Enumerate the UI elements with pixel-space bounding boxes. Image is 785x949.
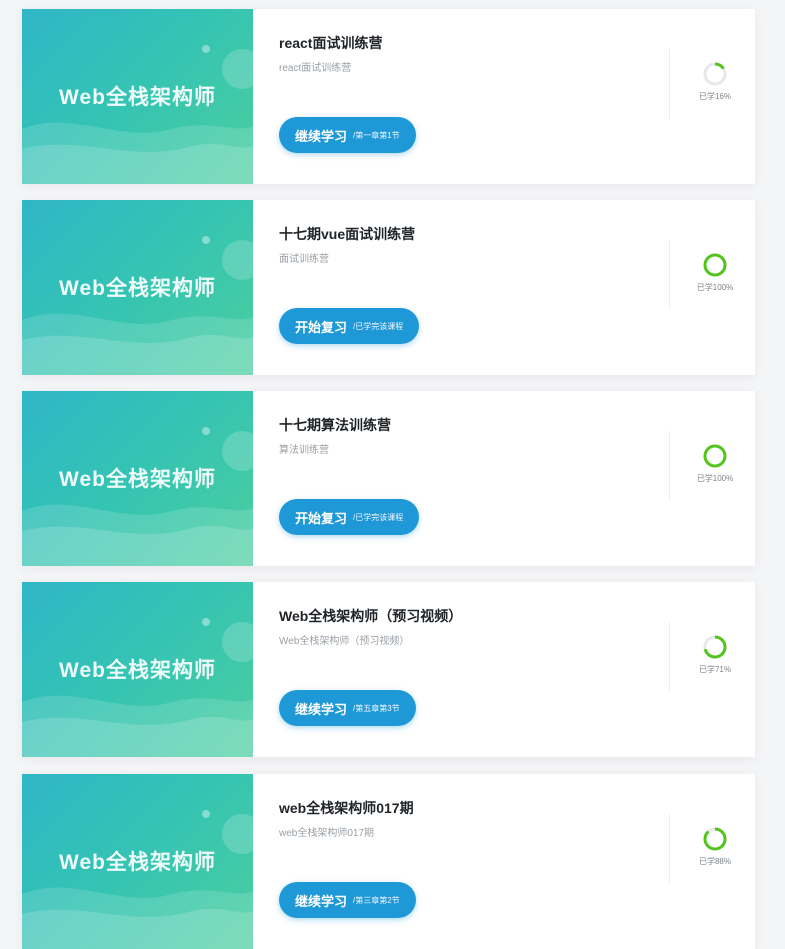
course-subtitle: 算法训练营 (279, 445, 329, 456)
progress-indicator: 已学100% (682, 443, 748, 484)
button-label: 开始复习 (295, 510, 348, 526)
divider (669, 49, 670, 119)
divider (669, 814, 670, 884)
progress-indicator: 已学88% (682, 826, 748, 867)
progress-ring-icon (703, 827, 727, 851)
thumbnail-title: Web全栈架构师 (59, 659, 216, 682)
course-title[interactable]: web全栈架构师017期 (279, 798, 414, 818)
button-chapter: /第五章第3节 (353, 703, 400, 713)
start-review-button[interactable]: 开始复习 /已学完该课程 (279, 499, 420, 535)
button-label: 开始复习 (295, 319, 348, 335)
progress-label: 已学100% (696, 474, 734, 483)
course-card[interactable]: Web全栈架构师 十七期算法训练营 算法训练营 开始复习 /已学完该课程 已学1… (22, 391, 755, 566)
progress-ring-icon (703, 444, 727, 468)
course-subtitle: 面试训练营 (279, 254, 329, 265)
button-chapter: /已学完该课程 (353, 512, 404, 522)
course-card[interactable]: Web全栈架构师 Web全栈架构师（预习视频） Web全栈架构师（预习视频） 继… (22, 582, 755, 757)
button-label: 继续学习 (295, 701, 348, 717)
button-label: 继续学习 (295, 893, 348, 909)
course-title[interactable]: react面试训练营 (279, 33, 382, 53)
course-list: Web全栈架构师 react面试训练营 react面试训练营 继续学习 /第一章… (0, 0, 785, 949)
course-thumbnail[interactable]: Web全栈架构师 (22, 391, 253, 566)
continue-study-button[interactable]: 继续学习 /第三章第2节 (279, 882, 416, 918)
course-title[interactable]: Web全栈架构师（预习视频） (279, 606, 462, 626)
progress-ring-icon (703, 635, 727, 659)
course-subtitle: react面试训练营 (279, 63, 352, 74)
course-subtitle: Web全栈架构师（预习视频） (279, 636, 410, 647)
divider (669, 431, 670, 501)
course-thumbnail[interactable]: Web全栈架构师 (22, 9, 253, 184)
progress-label: 已学88% (698, 857, 731, 866)
progress-label: 已学100% (696, 283, 734, 292)
progress-ring-icon (703, 253, 727, 277)
progress-label: 已学71% (698, 665, 731, 674)
course-card[interactable]: Web全栈架构师 web全栈架构师017期 web全栈架构师017期 继续学习 … (22, 774, 755, 949)
course-title[interactable]: 十七期算法训练营 (279, 415, 391, 435)
divider (669, 622, 670, 692)
course-subtitle: web全栈架构师017期 (279, 828, 375, 839)
button-chapter: /第一章第1节 (353, 130, 400, 140)
divider (669, 240, 670, 310)
continue-study-button[interactable]: 继续学习 /第五章第3节 (279, 690, 416, 726)
course-thumbnail[interactable]: Web全栈架构师 (22, 774, 253, 949)
course-thumbnail[interactable]: Web全栈架构师 (22, 582, 253, 757)
progress-indicator: 已学100% (682, 252, 748, 293)
button-label: 继续学习 (295, 128, 348, 144)
course-card[interactable]: Web全栈架构师 十七期vue面试训练营 面试训练营 开始复习 /已学完该课程 … (22, 200, 755, 375)
progress-indicator: 已学71% (682, 634, 748, 675)
course-title[interactable]: 十七期vue面试训练营 (279, 224, 415, 244)
progress-indicator: 已学16% (682, 61, 748, 102)
thumbnail-title: Web全栈架构师 (59, 277, 216, 300)
thumbnail-title: Web全栈架构师 (59, 851, 216, 874)
continue-study-button[interactable]: 继续学习 /第一章第1节 (279, 117, 416, 153)
course-thumbnail[interactable]: Web全栈架构师 (22, 200, 253, 375)
progress-label: 已学16% (698, 92, 731, 101)
button-chapter: /已学完该课程 (353, 321, 404, 331)
start-review-button[interactable]: 开始复习 /已学完该课程 (279, 308, 420, 344)
course-card[interactable]: Web全栈架构师 react面试训练营 react面试训练营 继续学习 /第一章… (22, 9, 755, 184)
progress-ring-icon (703, 62, 727, 86)
thumbnail-title: Web全栈架构师 (59, 468, 216, 491)
thumbnail-title: Web全栈架构师 (59, 86, 216, 109)
